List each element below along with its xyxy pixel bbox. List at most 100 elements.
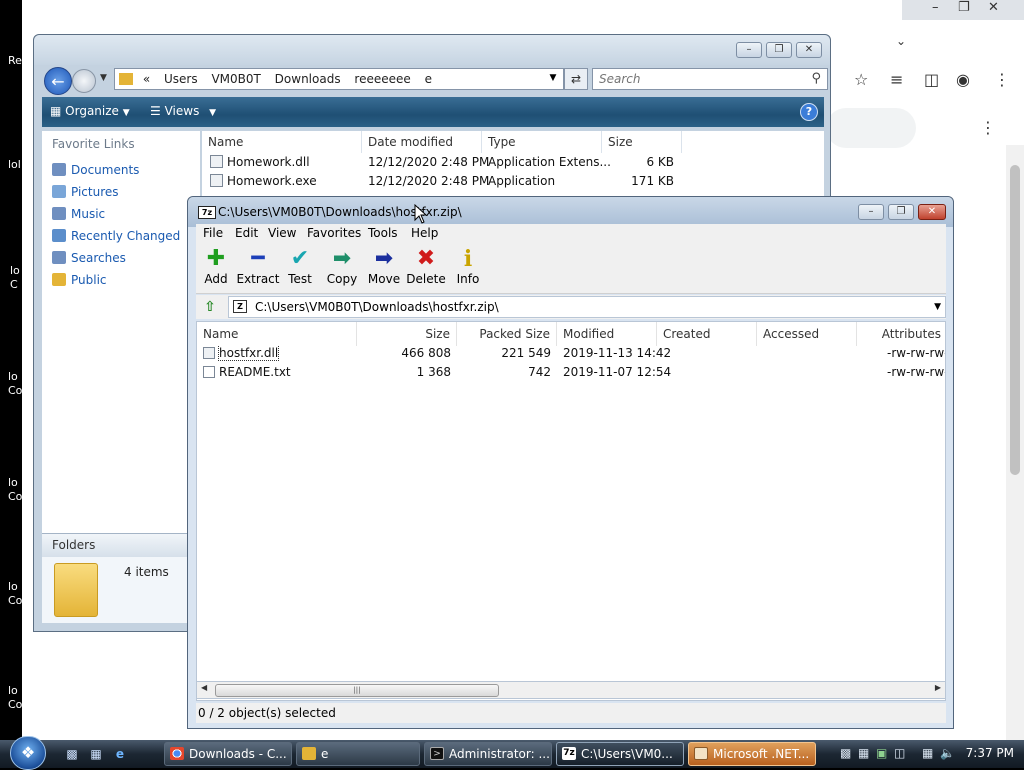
scroll-right-icon[interactable]: ▶ (935, 683, 941, 692)
address-dropdown-icon[interactable]: ▼ (542, 68, 564, 90)
horizontal-scrollbar[interactable]: ◀ ||| ▶ (196, 681, 946, 699)
menu-view[interactable]: View (268, 226, 296, 240)
browser-scroll-thumb[interactable] (1010, 165, 1020, 475)
breadcrumb-e[interactable]: e (425, 72, 432, 86)
menu-favorites[interactable]: Favorites (307, 226, 361, 240)
favorite-link-public[interactable]: Public (52, 273, 107, 287)
delete-button[interactable]: ✖ Delete (404, 246, 448, 292)
side-panel-icon[interactable]: ◫ (924, 70, 939, 89)
menu-tools[interactable]: Tools (368, 226, 398, 240)
browser-menu-icon[interactable]: ⋮ (994, 70, 1010, 89)
taskbar-item-administrator[interactable]: > Administrator: ... (424, 742, 552, 766)
scroll-left-icon[interactable]: ◀ (201, 683, 207, 692)
breadcrumb[interactable]: « Users VM0B0T Downloads reeeeeee e (114, 68, 564, 90)
menu-edit[interactable]: Edit (235, 226, 258, 240)
clock[interactable]: 7:37 PM (966, 746, 1014, 760)
forward-button[interactable] (72, 69, 96, 93)
taskbar-item-7zip[interactable]: 7z C:\Users\VM0... (556, 742, 684, 766)
browser-scrollbar[interactable] (1006, 145, 1024, 740)
refresh-button[interactable]: ⇄ (564, 68, 588, 90)
search-input[interactable] (597, 69, 797, 89)
table-row[interactable]: hostfxr.dll (203, 346, 353, 362)
column-header-name[interactable]: Name (202, 131, 362, 153)
test-button[interactable]: ✔ Test (278, 246, 322, 292)
extract-button[interactable]: ━ Extract (234, 246, 282, 292)
explorer-minimize-button[interactable]: – (736, 42, 762, 58)
info-button[interactable]: i Info (446, 246, 490, 292)
column-header-accessed[interactable]: Accessed (757, 322, 857, 346)
column-header-packed-size[interactable]: Packed Size (457, 322, 557, 346)
organize-button[interactable]: ▦ Organize ▼ (50, 104, 130, 118)
column-header-date-modified[interactable]: Date modified (362, 131, 482, 153)
add-button[interactable]: ✚ Add (194, 246, 238, 292)
tray-app-icon[interactable]: ▩ (840, 746, 851, 760)
reading-list-icon[interactable]: ≡ (890, 70, 903, 89)
favorite-link-searches[interactable]: Searches (52, 251, 126, 265)
desktop-label-6[interactable]: lo Co (8, 580, 22, 608)
breadcrumb-overflow[interactable]: « (143, 72, 150, 86)
favorite-link-recently-changed[interactable]: Recently Changed (52, 229, 180, 243)
minimize-icon[interactable]: – (932, 0, 939, 15)
column-header-size[interactable]: Size (357, 322, 457, 346)
7zip-maximize-button[interactable]: ❐ (888, 204, 914, 220)
tray-app-icon[interactable]: ▣ (876, 746, 887, 760)
folders-toggle[interactable]: Folders (42, 533, 200, 557)
table-row[interactable]: Homework.exe (210, 174, 317, 188)
search-box[interactable]: ⚲ (592, 68, 828, 90)
help-button[interactable]: ? (800, 103, 818, 121)
favorite-link-documents[interactable]: Documents (52, 163, 139, 177)
column-header-type[interactable]: Type (482, 131, 602, 153)
taskbar-item-dotnet[interactable]: Microsoft .NET... (688, 742, 816, 766)
recent-pages-dropdown[interactable]: ▼ (100, 73, 107, 83)
table-row[interactable]: Homework.dll (210, 155, 310, 169)
breadcrumb-vm0b0t[interactable]: VM0B0T (211, 72, 260, 86)
column-header-size[interactable]: Size (602, 131, 682, 153)
page-more-icon[interactable]: ⋮ (980, 118, 996, 137)
tab-search-chevron-icon[interactable]: ⌄ (896, 34, 906, 48)
table-row[interactable]: README.txt (203, 365, 353, 381)
show-desktop-icon[interactable]: ▩ (64, 746, 80, 762)
explorer-close-button[interactable]: ✕ (796, 42, 822, 58)
desktop-label-1[interactable]: Re (8, 54, 22, 68)
path-input[interactable]: Z C:\Users\VM0B0T\Downloads\hostfxr.zip\… (228, 296, 946, 318)
desktop-label-2[interactable]: lol (8, 158, 21, 172)
volume-muted-icon[interactable]: 🔈 (940, 746, 955, 760)
desktop-label-7[interactable]: lo Co (8, 684, 22, 712)
explorer-maximize-button[interactable]: ❐ (766, 42, 792, 58)
close-icon[interactable]: ✕ (988, 0, 999, 15)
desktop-label-5[interactable]: lo Co (8, 476, 22, 504)
profile-avatar-icon[interactable]: ◉ (956, 70, 970, 89)
up-folder-icon[interactable]: ⇧ (200, 297, 220, 317)
column-header-created[interactable]: Created (657, 322, 757, 346)
switch-windows-icon[interactable]: ▦ (88, 746, 104, 762)
column-header-name[interactable]: Name (197, 322, 357, 346)
menu-help[interactable]: Help (411, 226, 438, 240)
favorite-link-music[interactable]: Music (52, 207, 105, 221)
taskbar-item-folder-e[interactable]: e (296, 742, 420, 766)
desktop-label-4[interactable]: lo Co (8, 370, 22, 398)
7zip-close-button[interactable]: ✕ (918, 204, 946, 220)
tray-app-icon[interactable]: ▦ (858, 746, 869, 760)
tray-app-icon[interactable]: ◫ (894, 746, 905, 760)
breadcrumb-downloads[interactable]: Downloads (275, 72, 341, 86)
copy-button[interactable]: ➡ Copy (320, 246, 364, 292)
path-dropdown-icon[interactable]: ▼ (934, 297, 941, 317)
back-button[interactable]: ← (44, 67, 72, 95)
maximize-icon[interactable]: ❐ (958, 0, 970, 15)
move-button[interactable]: ➡ Move (362, 246, 406, 292)
network-icon[interactable]: ▦ (922, 746, 933, 760)
start-button[interactable]: ❖ (10, 736, 46, 770)
column-header-modified[interactable]: Modified (557, 322, 657, 346)
bookmark-star-icon[interactable]: ☆ (854, 70, 868, 89)
views-button[interactable]: ☰ Views ▼ (150, 104, 216, 118)
column-header-attributes[interactable]: Attributes (857, 322, 945, 346)
menu-file[interactable]: File (203, 226, 223, 240)
7zip-minimize-button[interactable]: – (858, 204, 884, 220)
taskbar-item-downloads[interactable]: Downloads - C... (164, 742, 292, 766)
breadcrumb-users[interactable]: Users (164, 72, 198, 86)
desktop-label-3[interactable]: lo C (10, 264, 20, 292)
breadcrumb-reeeeeee[interactable]: reeeeeee (354, 72, 410, 86)
search-icon[interactable]: ⚲ (811, 71, 821, 86)
internet-explorer-icon[interactable]: e (112, 746, 128, 762)
favorite-link-pictures[interactable]: Pictures (52, 185, 119, 199)
